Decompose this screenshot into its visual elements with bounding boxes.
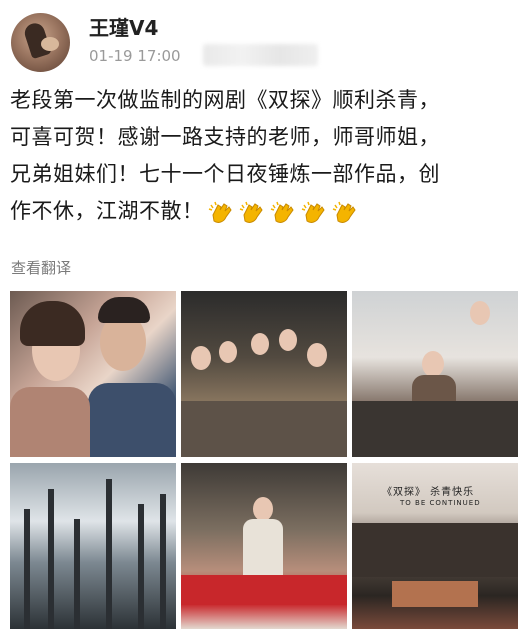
clapping-hands-icon [332,200,359,224]
post-text: 老段第一次做监制的网剧《双探》顺利杀青， 可喜可贺！感谢一路支持的老师，师哥师姐… [10,82,520,230]
clapping-hands-icon [239,200,266,224]
post-line: 可喜可贺！感谢一路支持的老师，师哥师姐， [10,125,440,149]
photo-grid: 《双探》 杀青快乐 TO BE CONTINUED [10,291,518,631]
photo-tile-snow-forest[interactable] [10,463,176,629]
clapping-hands-icon [270,200,297,224]
photo-tile-dinner[interactable] [181,291,347,457]
clapping-hands-icon [301,200,328,224]
photo-tile-group[interactable]: 《双探》 杀青快乐 TO BE CONTINUED [352,463,518,629]
photo-tile-makeup-room[interactable] [352,291,518,457]
username[interactable]: 王瑾V4 [89,12,158,41]
clapping-hands-icon [208,200,235,224]
photo-tile-stage[interactable] [181,463,347,629]
clap-emoji-group [208,200,359,224]
post-line: 老段第一次做监制的网剧《双探》顺利杀青， [10,88,440,112]
post-line: 兄弟姐妹们！七十一个日夜锤炼一部作品，创 [10,162,440,186]
translate-link[interactable]: 查看翻译 [11,257,71,278]
post-line: 作不休，江湖不散！ [10,193,520,230]
blurred-source [203,44,318,66]
photo-tile-selfie[interactable] [10,291,176,457]
avatar[interactable] [11,13,70,72]
post-timestamp: 01-19 17:00 [89,47,181,65]
